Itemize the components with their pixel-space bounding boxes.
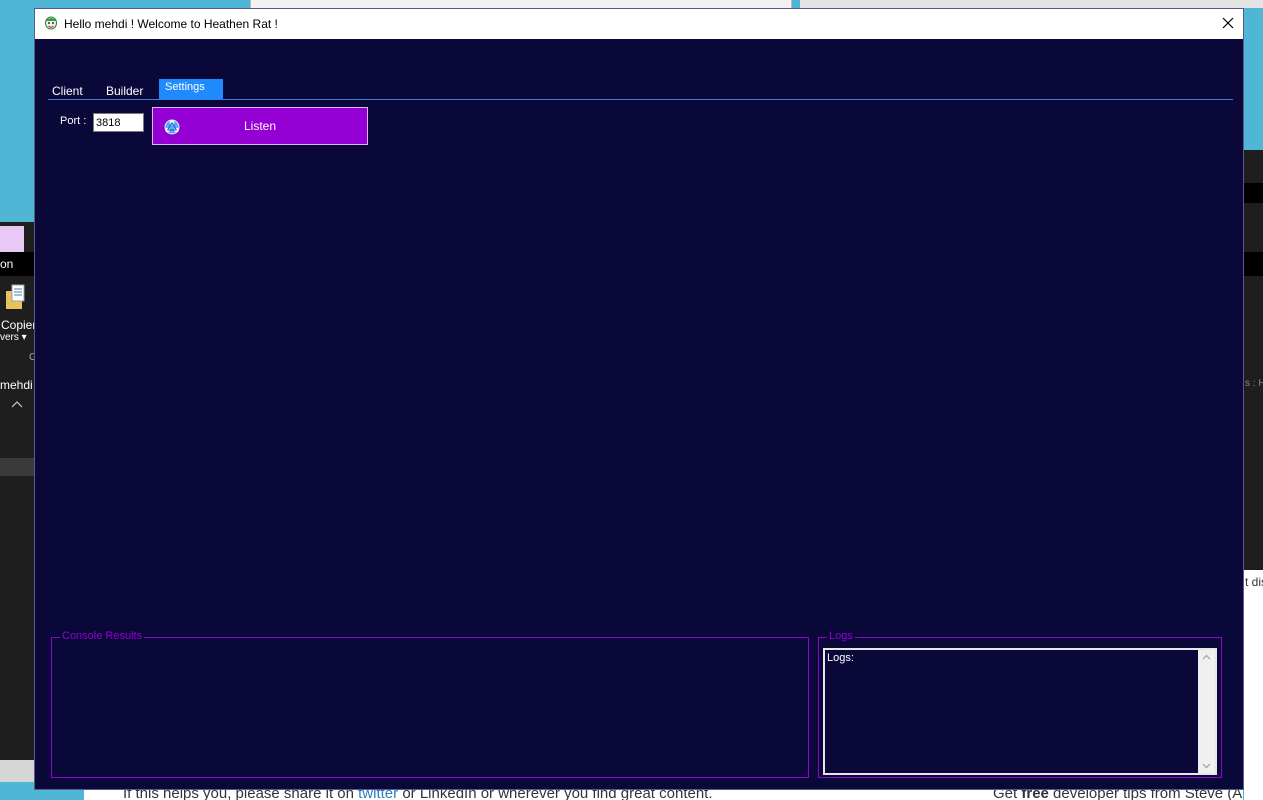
background-right-bar — [1244, 183, 1263, 203]
tab-strip: Client Builder Settings — [48, 79, 1233, 100]
background-web-text: If this helps you, please share it on tw… — [123, 790, 713, 800]
background-right-pane — [1244, 150, 1263, 570]
close-button[interactable] — [1213, 9, 1243, 39]
background-selected-row — [0, 458, 34, 476]
logs-textbox[interactable]: Logs: — [823, 648, 1217, 775]
background-status-bar — [0, 760, 34, 782]
background-label: t dis — [1245, 575, 1263, 589]
background-label: vers ▾ — [0, 332, 27, 343]
background-ribbon-bar: on — [0, 252, 34, 276]
background-web-text-right: Get free developer tips from Steve (Ar — [993, 790, 1243, 800]
background-window-top — [250, 0, 792, 8]
close-icon — [1222, 17, 1234, 29]
background-label: on — [0, 257, 14, 271]
tab-builder[interactable]: Builder — [106, 80, 143, 99]
logs-group: Logs Logs: — [818, 630, 1222, 778]
background-label: mehdi — [0, 378, 33, 392]
logs-scrollbar[interactable] — [1198, 650, 1215, 773]
title-bar[interactable]: Hello mehdi ! Welcome to Heathen Rat ! — [35, 9, 1243, 39]
background-webpage: If this helps you, please share it on tw… — [84, 790, 1243, 800]
logs-legend: Logs — [827, 630, 855, 642]
background-window-top-2 — [800, 0, 1263, 8]
tab-client[interactable]: Client — [52, 80, 83, 99]
folder-icon — [6, 284, 25, 309]
console-results-group: Console Results — [51, 630, 809, 778]
background-swatch — [0, 226, 24, 252]
port-label: Port : — [60, 115, 87, 127]
listen-button-label: Listen — [243, 119, 277, 133]
port-input[interactable] — [93, 113, 144, 132]
background-label: Copier — [1, 318, 37, 332]
window-title: Hello mehdi ! Welcome to Heathen Rat ! — [64, 17, 278, 31]
background-right-bar-2 — [1244, 252, 1263, 276]
console-results-legend: Console Results — [60, 630, 145, 642]
twitter-link[interactable]: twitter — [358, 790, 398, 800]
background-right-page — [1244, 570, 1263, 800]
tab-settings[interactable]: Settings — [159, 79, 223, 99]
background-label: s : H — [1245, 378, 1263, 389]
scroll-up-icon[interactable] — [1202, 654, 1211, 660]
app-window: Hello mehdi ! Welcome to Heathen Rat ! C… — [34, 8, 1244, 790]
logs-text: Logs: — [827, 652, 854, 664]
tab-divider — [48, 99, 1233, 100]
chevron-up-icon — [11, 401, 23, 408]
scroll-down-icon[interactable] — [1202, 763, 1211, 769]
listen-button[interactable]: Listen — [152, 107, 368, 145]
joker-app-icon — [45, 16, 57, 30]
